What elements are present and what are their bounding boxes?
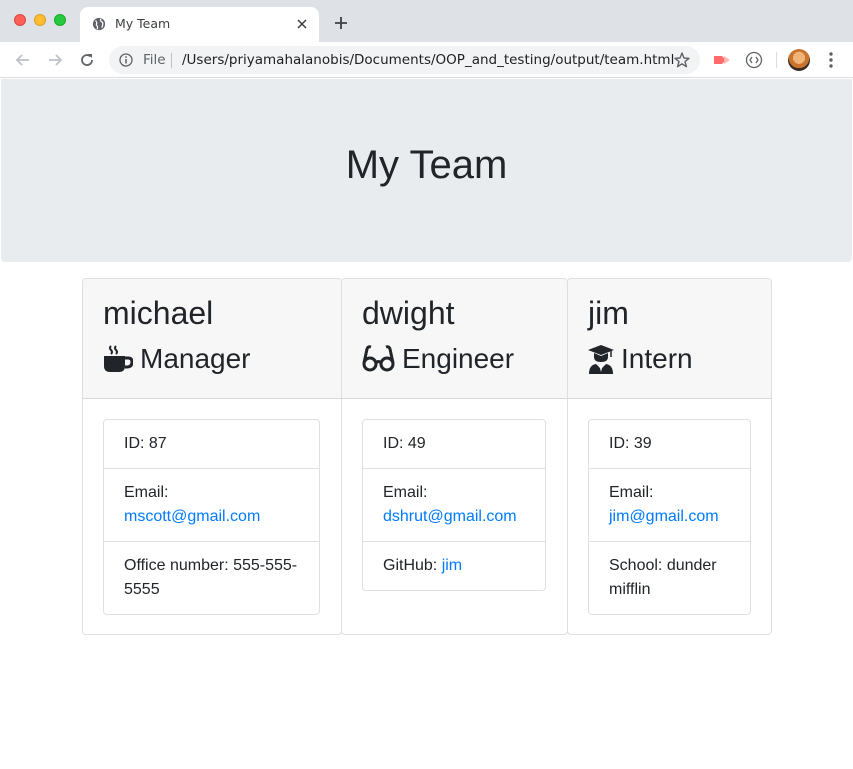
extension-code-icon[interactable]	[744, 50, 764, 70]
employee-email-item: Email: jim@gmail.com	[589, 469, 750, 542]
employee-name: dwight	[362, 295, 455, 331]
toolbar-divider	[776, 52, 777, 68]
graduate-icon	[588, 345, 614, 374]
file-scheme-label: File	[143, 52, 166, 68]
page-viewport: My Team michael Manager ID: 87 Email: ms…	[0, 79, 853, 769]
address-bar[interactable]: File /Users/priyamahalanobis/Documents/O…	[109, 46, 700, 74]
employee-role-label: Engineer	[402, 343, 515, 374]
email-link[interactable]: mscott@gmail.com	[124, 508, 260, 525]
card-header: michael Manager	[83, 279, 341, 399]
employee-details-list: ID: 87 Email: mscott@gmail.com Office nu…	[103, 419, 320, 615]
page-title: My Team	[345, 143, 508, 187]
github-item: GitHub: jim	[363, 542, 545, 590]
browser-tab[interactable]: My Team	[80, 7, 319, 42]
globe-icon	[92, 17, 106, 31]
employee-email-item: Email: dshrut@gmail.com	[363, 469, 545, 542]
employee-id: ID: 39	[589, 420, 750, 469]
employee-id: ID: 87	[104, 420, 319, 469]
employee-role: Intern	[588, 343, 693, 375]
extension-cast-icon[interactable]	[712, 50, 732, 70]
more-menu-icon[interactable]	[822, 50, 840, 70]
email-label: Email:	[609, 484, 654, 501]
reload-icon[interactable]	[76, 49, 98, 71]
url-text[interactable]: /Users/priyamahalanobis/Documents/OOP_an…	[182, 52, 674, 68]
email-label: Email:	[124, 484, 169, 501]
employee-card-dwight: dwight Engineer ID: 49 Email: dshrut@gma…	[341, 278, 568, 635]
employee-card-michael: michael Manager ID: 87 Email: mscott@gma…	[82, 278, 342, 635]
office-number-item: Office number: 555-555-5555	[124, 557, 298, 598]
employee-role: Manager	[103, 343, 251, 375]
employee-role-label: Intern	[621, 343, 693, 374]
new-tab-plus-icon[interactable]	[331, 13, 351, 33]
forward-arrow-icon[interactable]	[44, 49, 66, 71]
tab-close-icon[interactable]	[293, 15, 311, 33]
window-maximize-button[interactable]	[54, 14, 66, 26]
employee-card-jim: jim Intern ID: 39 Email: jim@gmail.com S…	[567, 278, 772, 635]
employee-details-list: ID: 39 Email: jim@gmail.com School: dund…	[588, 419, 751, 615]
glasses-icon	[362, 345, 395, 372]
employee-name: michael	[103, 295, 214, 331]
window-close-button[interactable]	[14, 14, 26, 26]
browser-tab-bar: My Team	[0, 0, 853, 42]
header-jumbotron: My Team	[1, 79, 852, 262]
email-link[interactable]: dshrut@gmail.com	[383, 508, 517, 525]
school-item: School: dunder mifflin	[609, 557, 717, 598]
card-header: dwight Engineer	[342, 279, 567, 399]
tab-title: My Team	[115, 16, 171, 31]
info-icon[interactable]	[119, 53, 133, 67]
back-arrow-icon[interactable]	[12, 49, 34, 71]
employee-id: ID: 49	[363, 420, 545, 469]
github-link[interactable]: jim	[442, 557, 462, 574]
profile-avatar[interactable]	[788, 49, 810, 71]
employee-role: Engineer	[362, 343, 514, 375]
bookmark-star-icon[interactable]	[673, 51, 691, 69]
email-link[interactable]: jim@gmail.com	[609, 508, 719, 525]
card-header: jim Intern	[568, 279, 771, 399]
github-label: GitHub:	[383, 557, 442, 574]
window-minimize-button[interactable]	[34, 14, 46, 26]
employee-email-item: Email: mscott@gmail.com	[104, 469, 319, 542]
browser-toolbar: File /Users/priyamahalanobis/Documents/O…	[0, 42, 853, 78]
omnibox-divider	[171, 53, 172, 68]
coffee-mug-icon	[104, 345, 133, 372]
employee-role-label: Manager	[140, 343, 251, 374]
email-label: Email:	[383, 484, 428, 501]
employee-details-list: ID: 49 Email: dshrut@gmail.com GitHub: j…	[362, 419, 546, 591]
employee-name: jim	[588, 295, 629, 331]
